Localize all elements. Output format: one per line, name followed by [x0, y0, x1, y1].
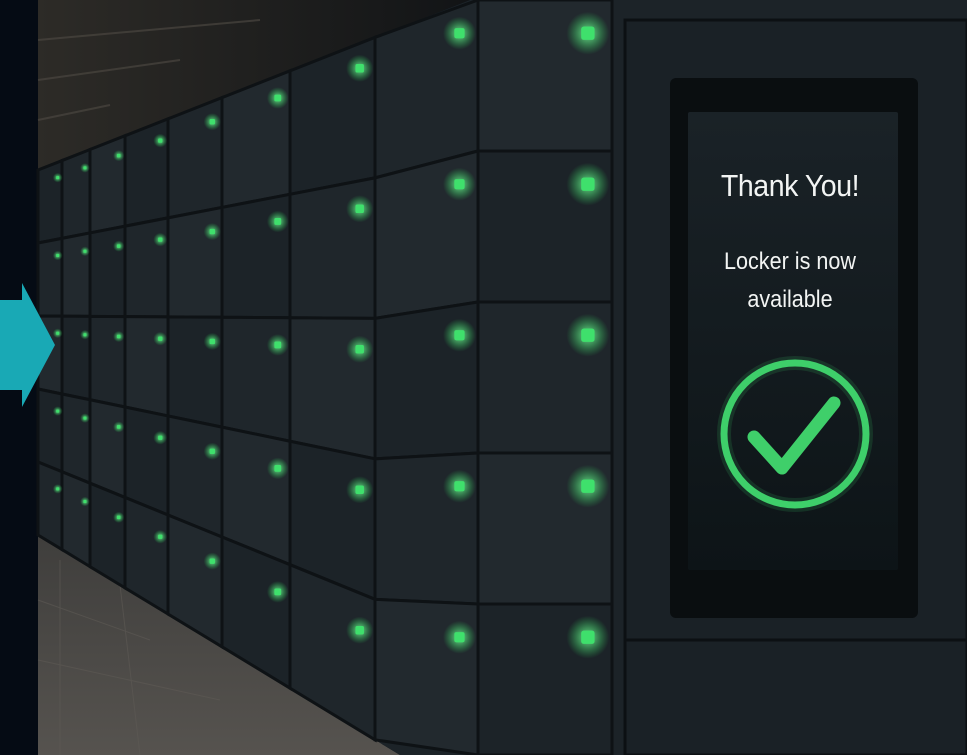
green-indicator-light	[209, 338, 215, 345]
green-indicator-light	[581, 177, 595, 191]
green-indicator-light	[454, 28, 465, 39]
locker-door	[88, 397, 127, 500]
green-indicator-light	[209, 448, 215, 454]
green-indicator-light	[56, 331, 60, 335]
locker-door	[123, 315, 170, 418]
green-indicator-light	[56, 409, 60, 413]
green-indicator-light	[581, 26, 595, 40]
green-indicator-light	[116, 515, 121, 520]
green-indicator-light	[158, 138, 163, 143]
locker-door	[60, 231, 92, 318]
green-indicator-light	[209, 558, 215, 564]
green-indicator-light	[56, 487, 60, 491]
green-indicator-light	[454, 632, 465, 643]
green-indicator-light	[581, 630, 595, 644]
locker-door	[36, 236, 64, 318]
green-indicator-light	[116, 244, 121, 248]
locker-scene: Thank You! Locker is now available	[0, 0, 967, 755]
locker-door	[36, 387, 64, 475]
green-indicator-light	[355, 204, 364, 214]
locker-door	[88, 224, 127, 319]
locker-door	[88, 314, 127, 409]
green-indicator-light	[56, 253, 60, 257]
green-indicator-light	[274, 94, 282, 102]
green-indicator-light	[158, 336, 163, 341]
locker-door	[60, 314, 92, 402]
green-indicator-light	[454, 179, 465, 190]
green-indicator-light	[158, 237, 163, 242]
green-indicator-light	[454, 330, 465, 341]
status-message-line-2: available	[747, 286, 833, 313]
green-indicator-light	[56, 176, 60, 180]
green-indicator-light	[274, 464, 282, 472]
green-indicator-light	[209, 119, 215, 125]
locker-illustration	[0, 0, 967, 755]
green-indicator-light	[209, 228, 215, 235]
green-indicator-light	[274, 341, 282, 349]
green-indicator-light	[83, 416, 87, 420]
green-indicator-light	[581, 479, 595, 493]
locker-door	[36, 158, 64, 245]
status-message-line-1: Locker is now	[723, 248, 857, 275]
green-indicator-light	[581, 328, 595, 342]
locker-door	[60, 392, 92, 486]
green-indicator-light	[274, 218, 282, 225]
green-indicator-light	[158, 534, 163, 539]
green-indicator-light	[116, 425, 121, 429]
green-indicator-light	[454, 481, 465, 492]
green-indicator-light	[116, 153, 121, 158]
locker-door	[60, 469, 92, 570]
green-indicator-light	[158, 435, 163, 440]
green-indicator-light	[355, 625, 364, 635]
locker-door	[123, 216, 170, 319]
green-indicator-light	[274, 588, 282, 596]
locker-door	[60, 147, 92, 241]
green-indicator-light	[116, 334, 121, 339]
green-indicator-light	[355, 485, 364, 494]
green-indicator-light	[83, 500, 87, 504]
green-indicator-light	[83, 249, 87, 253]
locker-door	[36, 459, 64, 553]
green-indicator-light	[83, 166, 87, 170]
green-indicator-light	[355, 64, 364, 73]
thank-you-heading: Thank You!	[720, 168, 860, 203]
green-indicator-light	[83, 333, 87, 337]
green-indicator-light	[355, 345, 364, 354]
